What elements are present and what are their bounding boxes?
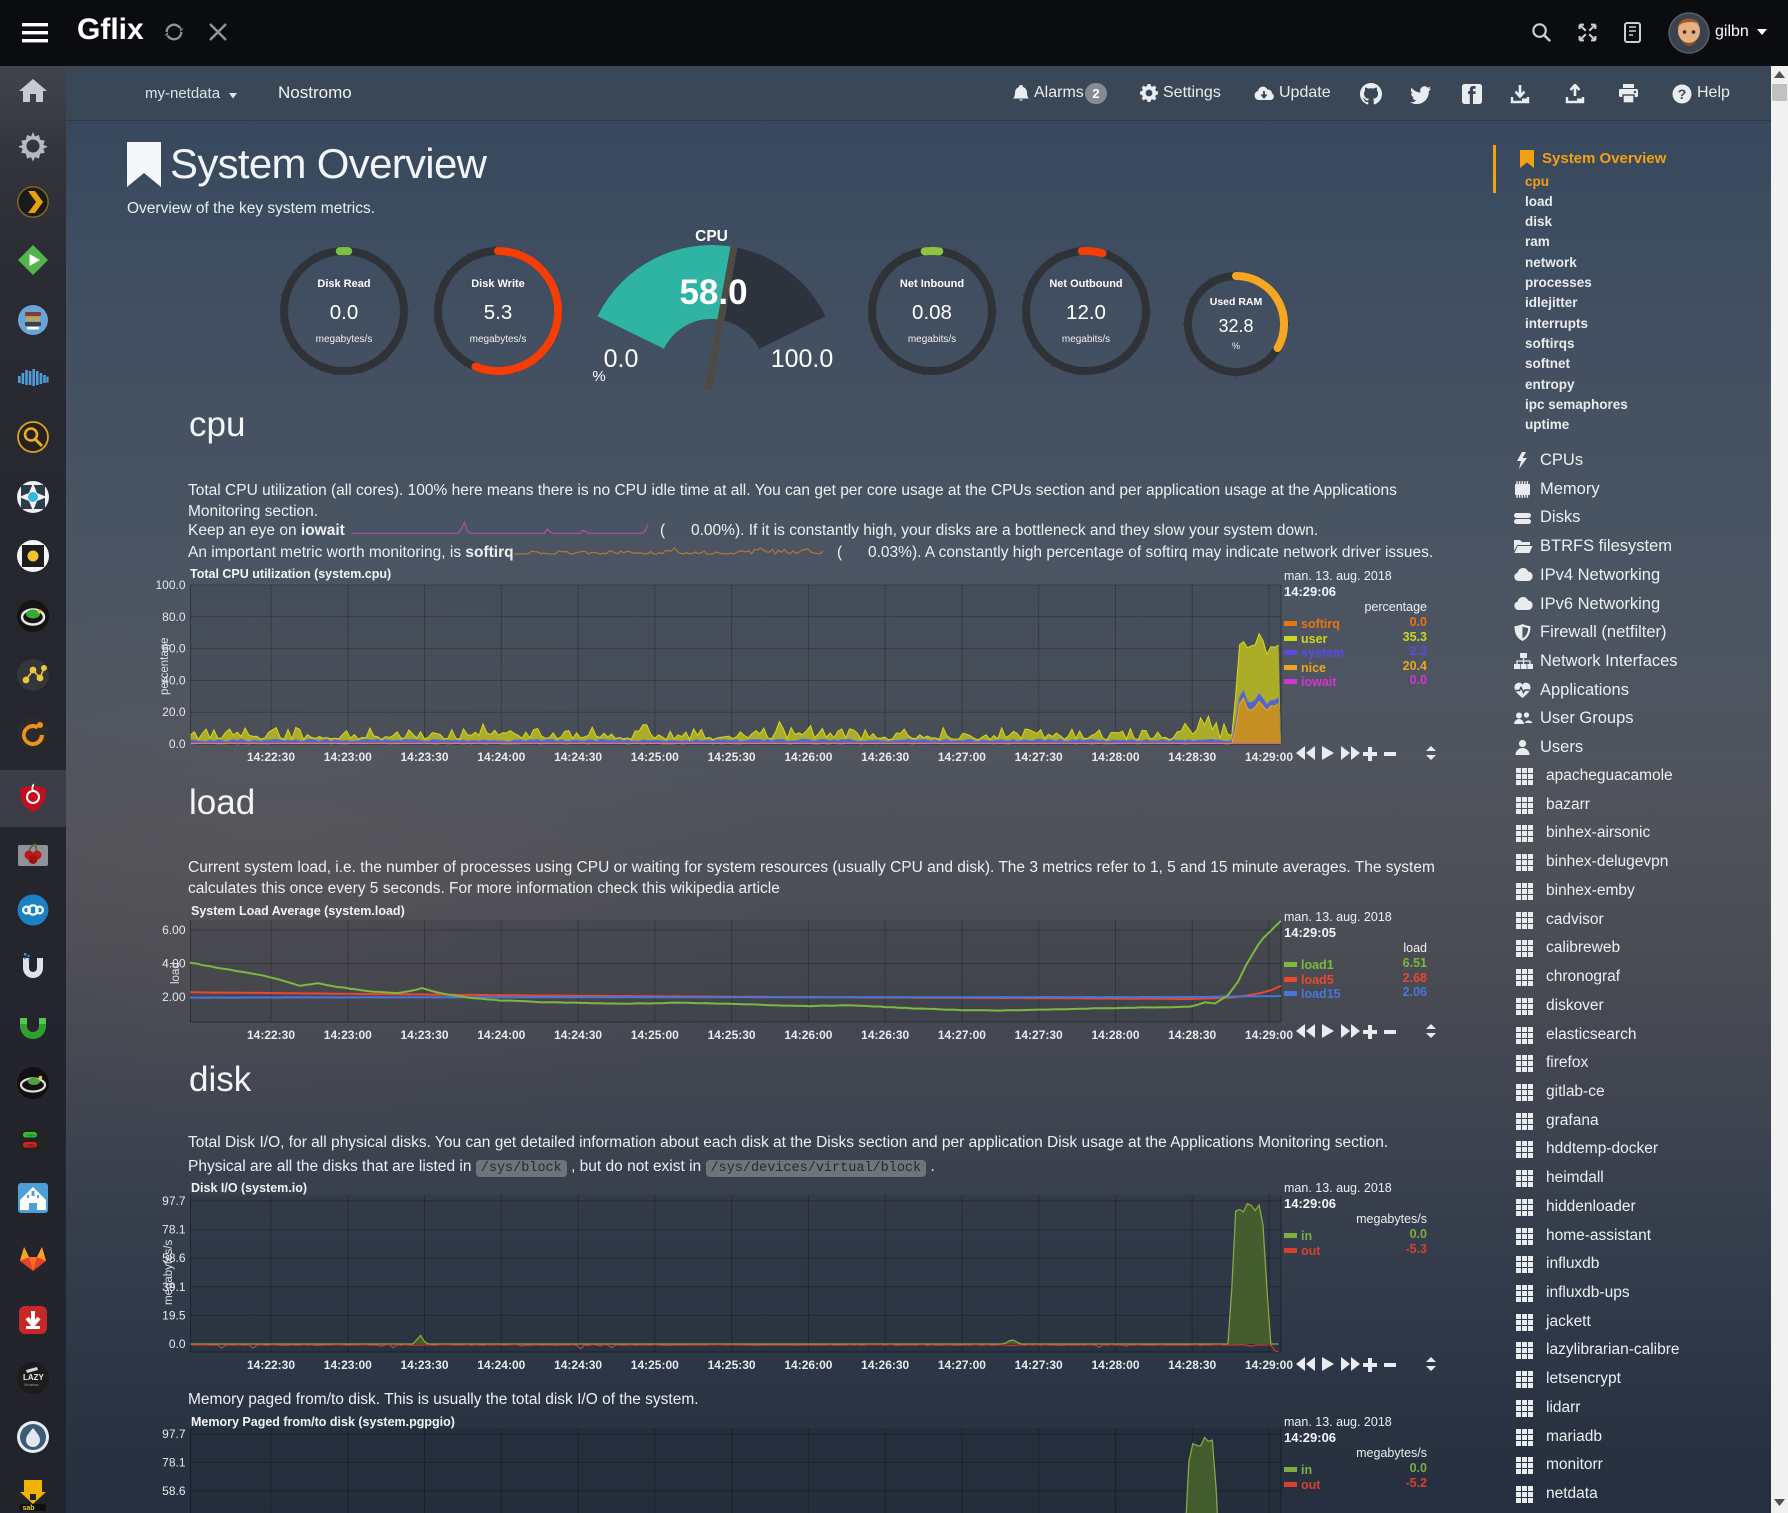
- svg-text:97.7: 97.7: [162, 1427, 186, 1441]
- svg-text:58.6: 58.6: [162, 1484, 186, 1498]
- svg-text:78.1: 78.1: [162, 1455, 186, 1469]
